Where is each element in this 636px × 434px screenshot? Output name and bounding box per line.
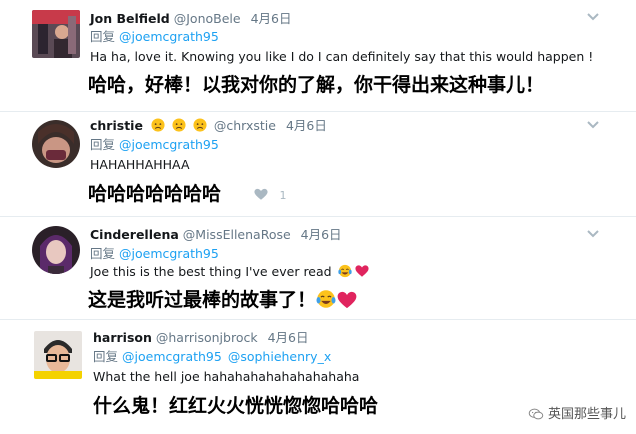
- watermark-text: 英国那些事儿: [547, 407, 626, 422]
- avatar[interactable]: [34, 331, 82, 379]
- user-handle[interactable]: @JonoBele: [174, 11, 241, 26]
- translation-text: 什么鬼！红红火火恍恍惚惚哈哈哈: [93, 395, 379, 417]
- tweet-text: Joe this is the best thing I've ever rea…: [90, 264, 332, 279]
- mention-link[interactable]: @joemcgrath95: [119, 246, 219, 261]
- tweet-text: HAHAHHAHHAA: [90, 157, 190, 172]
- timestamp[interactable]: 4月6日: [251, 11, 292, 26]
- translation-text: 这是我听过最棒的故事了！: [88, 289, 317, 311]
- watermark: 英国那些事儿: [528, 403, 626, 422]
- tweet-text: Ha ha, love it. Knowing you like I do I …: [90, 49, 594, 64]
- red-heart-icon: [355, 265, 369, 277]
- timestamp[interactable]: 4月6日: [286, 118, 327, 133]
- display-name[interactable]: christie: [90, 118, 143, 133]
- user-handle[interactable]: @harrisonjbrock: [156, 330, 258, 345]
- like-button[interactable]: 1: [254, 188, 287, 202]
- mention-link[interactable]: @joemcgrath95: [119, 137, 219, 152]
- tweet-text: What the hell joe hahahahahahahahahaha: [93, 369, 360, 384]
- reply-label: 回复: [90, 246, 116, 261]
- tears-of-joy-icon: [316, 290, 336, 308]
- timestamp[interactable]: 4月6日: [301, 227, 342, 242]
- disappointed-face-icon: [172, 118, 186, 132]
- user-handle[interactable]: @chrxstie: [214, 118, 276, 133]
- chevron-down-icon[interactable]: [586, 12, 600, 22]
- heart-icon: [254, 188, 268, 200]
- reply-label: 回复: [90, 137, 116, 152]
- chevron-down-icon[interactable]: [586, 120, 600, 130]
- tweet-christie[interactable]: christie @chrxstie 4月6日 回复 @joemcgrath95 …: [0, 112, 636, 216]
- translation-text: 哈哈，好棒！以我对你的了解，你干得出来这种事儿！: [88, 74, 545, 96]
- disappointed-face-icon: [193, 118, 207, 132]
- red-heart-icon: [337, 291, 357, 309]
- avatar[interactable]: [32, 226, 80, 274]
- display-name[interactable]: harrison: [93, 330, 152, 345]
- tweet-jon-belfield[interactable]: Jon Belfield @JonoBele 4月6日 回复 @joemcgrat…: [0, 0, 636, 111]
- like-count: 1: [279, 189, 287, 202]
- avatar[interactable]: [32, 120, 80, 168]
- display-name[interactable]: Cinderellena: [90, 227, 179, 242]
- tears-of-joy-icon: [337, 264, 352, 278]
- wechat-icon: [528, 408, 544, 420]
- mention-link[interactable]: @joemcgrath95: [119, 29, 219, 44]
- mention-link[interactable]: @sophiehenry_x: [228, 349, 331, 364]
- translation-text: 哈哈哈哈哈哈哈: [88, 183, 222, 205]
- disappointed-face-icon: [151, 118, 165, 132]
- mention-link[interactable]: @joemcgrath95: [122, 349, 222, 364]
- reply-label: 回复: [93, 349, 119, 364]
- chevron-down-icon[interactable]: [586, 229, 600, 239]
- reply-label: 回复: [90, 29, 116, 44]
- display-name[interactable]: Jon Belfield: [90, 11, 170, 26]
- tweet-cinderellena[interactable]: Cinderellena @MissEllenaRose 4月6日 回复 @joe…: [0, 217, 636, 319]
- user-handle[interactable]: @MissEllenaRose: [183, 227, 291, 242]
- avatar[interactable]: [32, 10, 80, 58]
- timestamp[interactable]: 4月6日: [268, 330, 309, 345]
